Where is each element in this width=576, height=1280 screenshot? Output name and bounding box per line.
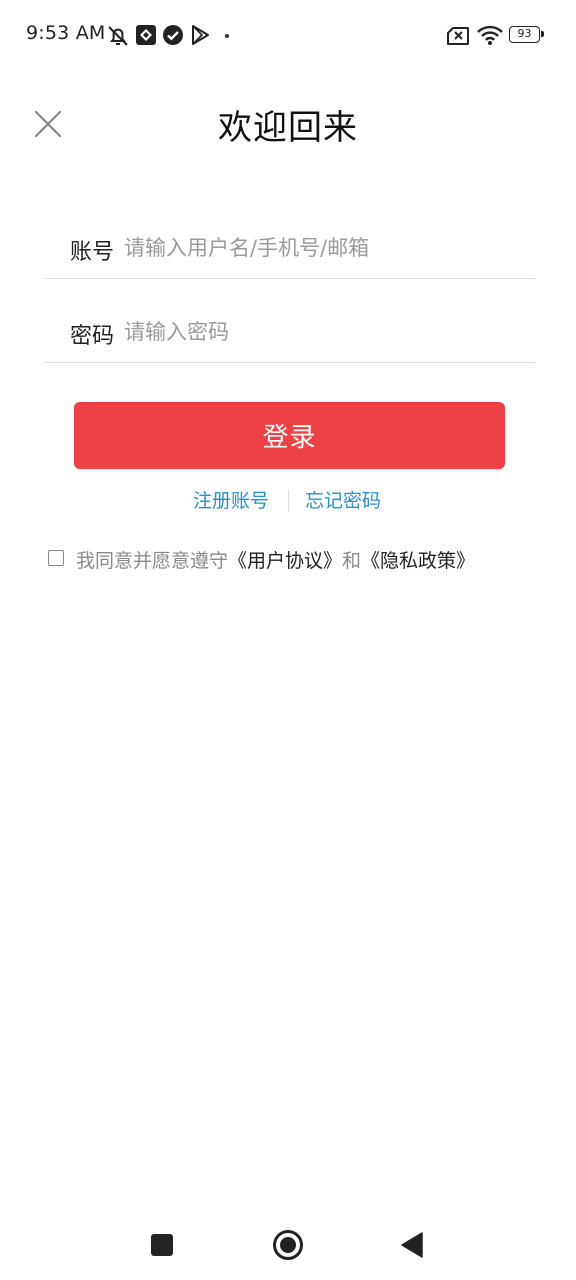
- agreement-checkbox[interactable]: [48, 550, 64, 566]
- status-bar: 9:53 AM 93: [0, 0, 576, 72]
- agreement-prefix: 我同意并愿意遵守: [76, 550, 229, 572]
- account-field: 账号: [44, 222, 535, 279]
- play-store-icon: [190, 24, 210, 50]
- recents-square-icon: [151, 1234, 173, 1256]
- agreement-text: 我同意并愿意遵守《用户协议》和《隐私政策》: [76, 546, 475, 573]
- login-screen: 9:53 AM 93 欢迎回来 账号 请输入用户名/手机号/邮箱 密码 登录 注…: [0, 0, 576, 1280]
- app-notification-icon: [135, 24, 157, 50]
- home-button[interactable]: [272, 1229, 304, 1265]
- account-input[interactable]: [124, 230, 524, 266]
- agreement-and: 和: [342, 550, 362, 572]
- status-time: 9:53 AM: [26, 22, 106, 44]
- link-divider: [288, 490, 289, 512]
- forgot-password-link[interactable]: 忘记密码: [305, 486, 381, 513]
- check-circle-icon: [162, 24, 184, 50]
- back-triangle-icon: [401, 1232, 423, 1258]
- auth-links: 注册账号 忘记密码: [0, 486, 576, 516]
- back-button[interactable]: [400, 1232, 424, 1262]
- no-sim-icon: [446, 26, 470, 50]
- user-agreement-link[interactable]: 《用户协议》: [228, 550, 342, 572]
- privacy-policy-link[interactable]: 《隐私政策》: [361, 550, 475, 572]
- page-title: 欢迎回来: [218, 108, 358, 148]
- battery-icon: 93: [509, 26, 544, 43]
- password-field: 密码: [44, 306, 535, 363]
- wifi-icon: [476, 24, 504, 50]
- bell-off-icon: [106, 24, 130, 52]
- home-circle-icon: [273, 1230, 303, 1260]
- register-link[interactable]: 注册账号: [193, 486, 269, 513]
- password-input[interactable]: [124, 314, 524, 350]
- recents-button[interactable]: [150, 1233, 174, 1261]
- login-button[interactable]: 登录: [74, 402, 505, 469]
- account-label: 账号: [70, 240, 115, 265]
- dot-icon: [225, 34, 229, 38]
- password-label: 密码: [70, 324, 115, 349]
- agreement-row: 我同意并愿意遵守《用户协议》和《隐私政策》: [46, 546, 546, 576]
